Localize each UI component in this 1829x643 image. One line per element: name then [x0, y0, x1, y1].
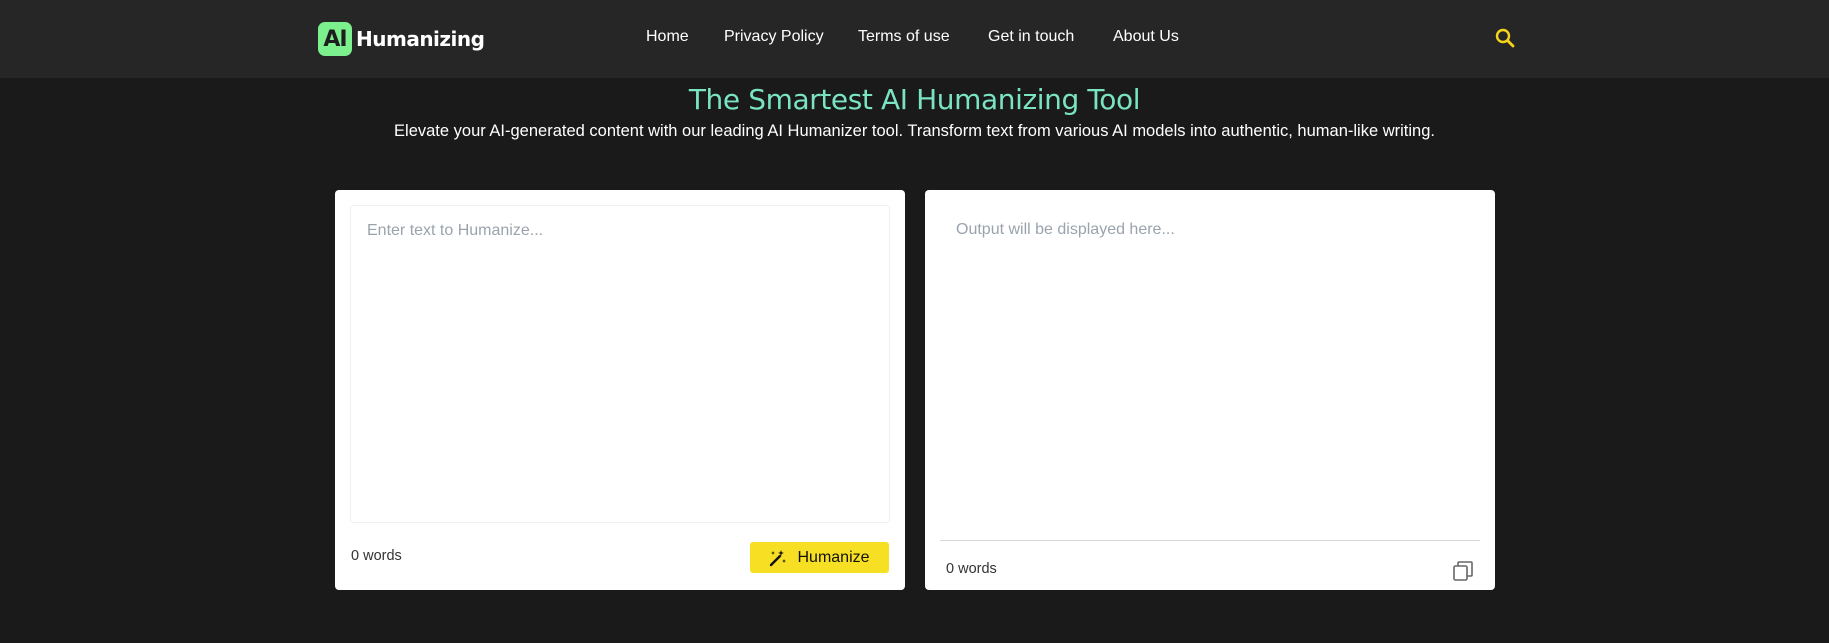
- nav-link-about-us[interactable]: About Us: [1113, 28, 1179, 46]
- output-word-count: 0 words: [946, 561, 997, 577]
- nav-link-get-in-touch[interactable]: Get in touch: [988, 28, 1074, 46]
- output-panel: Output will be displayed here... 0 words: [925, 190, 1495, 590]
- output-textarea[interactable]: Output will be displayed here...: [940, 205, 1480, 541]
- search-icon[interactable]: [1494, 27, 1516, 49]
- input-panel: Enter text to Humanize... 0 words Humani…: [335, 190, 905, 590]
- nav-link-home[interactable]: Home: [646, 28, 689, 46]
- magic-wand-icon: [770, 549, 787, 566]
- nav-link-privacy-policy[interactable]: Privacy Policy: [724, 28, 824, 46]
- site-logo[interactable]: AI Humanizing: [318, 21, 485, 57]
- logo-text: Humanizing: [356, 27, 485, 51]
- input-textarea[interactable]: Enter text to Humanize...: [350, 205, 890, 523]
- page-subtitle: Elevate your AI-generated content with o…: [394, 122, 1435, 140]
- navbar: AI Humanizing Home Privacy Policy Terms …: [0, 0, 1829, 78]
- humanize-button[interactable]: Humanize: [750, 542, 889, 573]
- nav-link-terms-of-use[interactable]: Terms of use: [858, 28, 950, 46]
- page-title: The Smartest AI Humanizing Tool: [688, 83, 1141, 116]
- logo-mark: AI: [318, 22, 352, 56]
- humanize-button-label: Humanize: [797, 548, 870, 566]
- input-word-count: 0 words: [351, 548, 402, 564]
- copy-icon[interactable]: [1452, 560, 1474, 582]
